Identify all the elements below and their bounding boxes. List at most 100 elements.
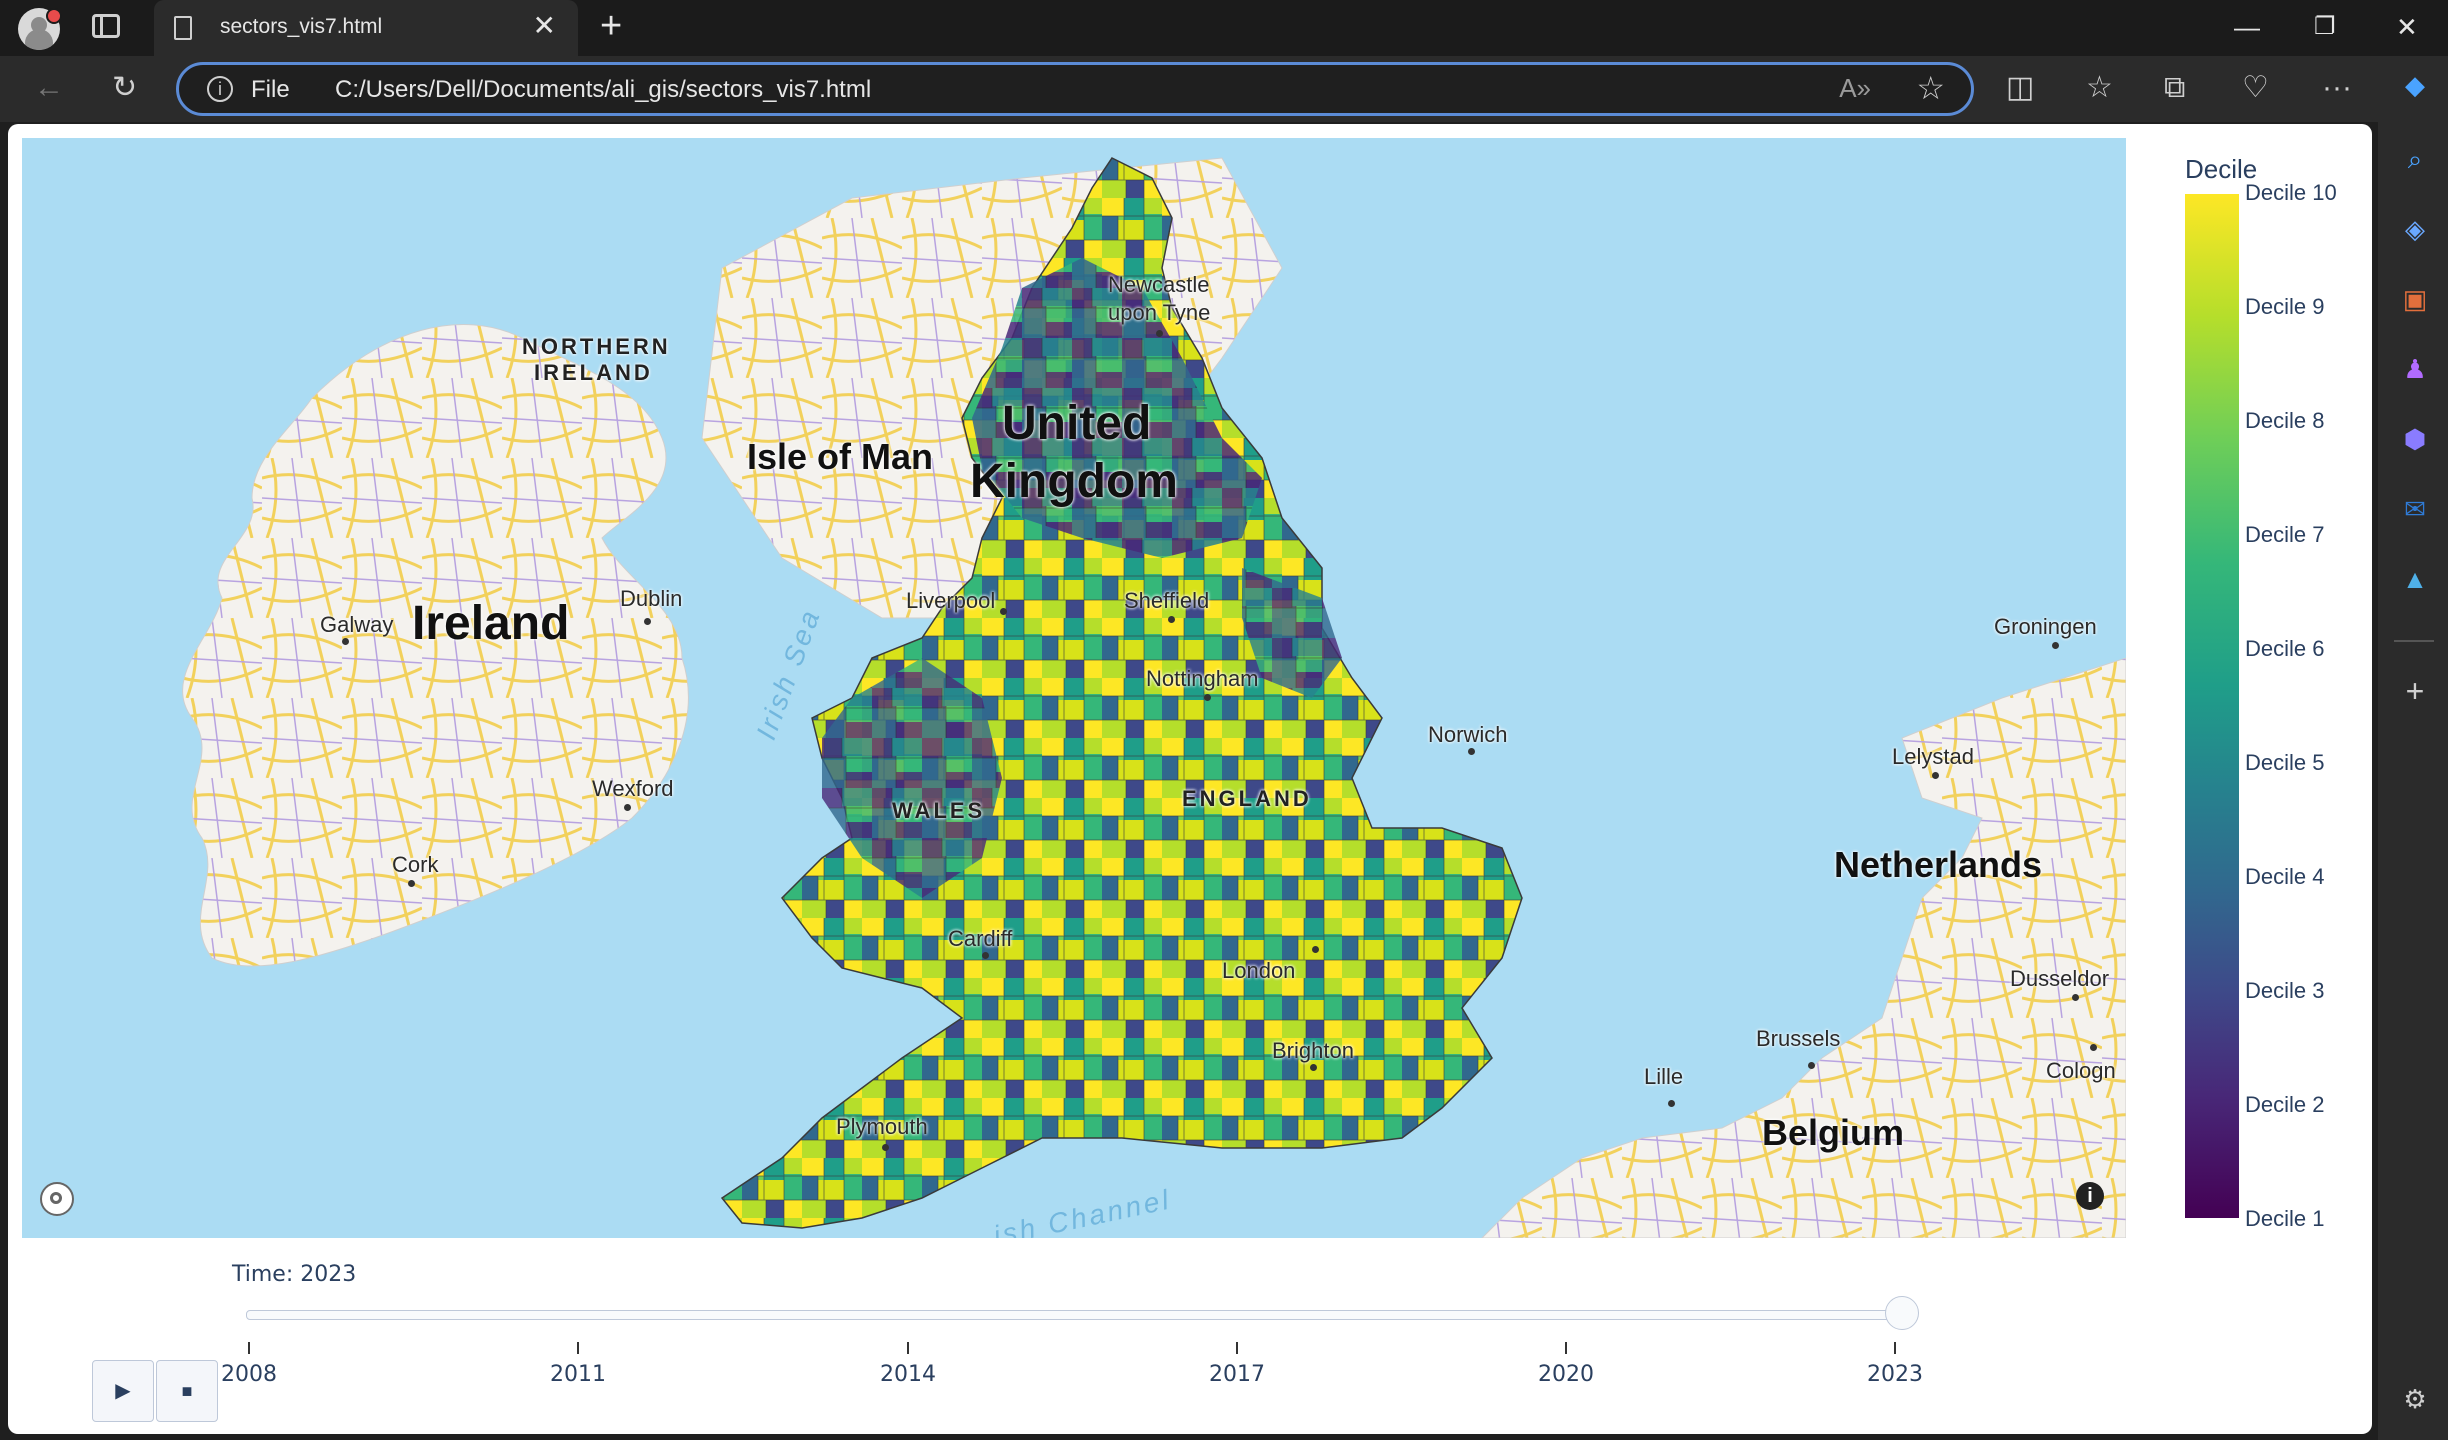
city-marker xyxy=(624,804,631,811)
map-label-united-kingdom-2: Kingdom xyxy=(970,455,1178,508)
city-marker xyxy=(408,880,415,887)
split-screen-icon[interactable]: ◫ xyxy=(2006,70,2034,106)
choropleth-map[interactable]: NORTHERN IRELAND Isle of Man United King… xyxy=(22,138,2126,1238)
browser-sidebar: ◆ ⌕ ◈ ▣ ♟ ⬢ ✉ ▲ + ⚙ xyxy=(2378,56,2448,1440)
map-label-newcastle-2: upon Tyne xyxy=(1108,300,1211,325)
map-label-dublin: Dublin xyxy=(620,586,683,611)
city-marker xyxy=(644,618,651,625)
colorbar-tick: Decile 1 xyxy=(2245,1206,2325,1231)
sidebar-divider xyxy=(2394,640,2434,642)
map-label-newcastle: Newcastle xyxy=(1108,272,1210,297)
city-marker xyxy=(982,952,989,959)
map-label-united-kingdom: United xyxy=(1002,397,1152,450)
browser-essentials-icon[interactable]: ♡ xyxy=(2242,70,2269,106)
colorbar-tick: Decile 3 xyxy=(2245,978,2325,1003)
refresh-icon[interactable]: ↻ xyxy=(112,70,137,106)
profile-notification-dot xyxy=(46,8,62,24)
back-icon[interactable]: ← xyxy=(34,70,64,106)
map-label-cardiff: Cardiff xyxy=(948,926,1013,951)
stop-button[interactable]: ■ xyxy=(156,1360,218,1422)
favorites-icon[interactable]: ☆ xyxy=(2086,70,2113,106)
address-scheme: File xyxy=(251,76,290,103)
address-bar[interactable]: i File C:/Users/Dell/Documents/ali_gis/s… xyxy=(176,62,1974,116)
city-marker xyxy=(1168,616,1175,623)
map-label-ireland: Ireland xyxy=(412,597,570,650)
city-marker xyxy=(1668,1100,1675,1107)
games-icon[interactable]: ♟ xyxy=(2400,354,2430,384)
slider-tick-label[interactable]: 2011 xyxy=(550,1362,606,1387)
collections-icon[interactable]: ⧉ xyxy=(2164,70,2185,106)
colorbar-tick: Decile 7 xyxy=(2245,522,2325,547)
outlook-icon[interactable]: ✉ xyxy=(2400,494,2430,524)
colorbar-tick: Decile 9 xyxy=(2245,294,2325,319)
colorbar-tick: Decile 2 xyxy=(2245,1092,2325,1117)
city-marker xyxy=(1156,330,1163,337)
map-label-plymouth: Plymouth xyxy=(836,1114,928,1139)
drop-icon[interactable]: ▲ xyxy=(2400,564,2430,594)
url-text[interactable]: C:/Users/Dell/Documents/ali_gis/sectors_… xyxy=(335,76,871,104)
map-label-lelystad: Lelystad xyxy=(1892,744,1974,769)
city-marker xyxy=(1000,608,1007,615)
map-label-cologne: Cologn xyxy=(2046,1058,2116,1083)
slider-tick-mark xyxy=(1565,1342,1567,1354)
close-tab-icon[interactable]: ✕ xyxy=(533,12,556,40)
map-label-belgium: Belgium xyxy=(1762,1112,1905,1153)
map-label-london: London xyxy=(1222,958,1296,983)
restore-icon[interactable]: ❐ xyxy=(2314,10,2336,44)
shopping-icon[interactable]: ◈ xyxy=(2400,214,2430,244)
tab-actions-icon[interactable] xyxy=(92,14,120,38)
slider-tick-label[interactable]: 2008 xyxy=(221,1362,277,1387)
slider-tick-mark xyxy=(577,1342,579,1354)
play-button[interactable]: ▶ xyxy=(92,1360,154,1422)
map-label-isle-of-man: Isle of Man xyxy=(747,436,934,477)
slider-tick-mark xyxy=(907,1342,909,1354)
more-options-icon[interactable]: ··· xyxy=(2322,70,2352,106)
city-marker xyxy=(2052,642,2059,649)
copilot-icon[interactable]: ◆ xyxy=(2400,70,2430,100)
minimize-icon[interactable]: — xyxy=(2234,10,2260,44)
browser-tab[interactable]: sectors_vis7.html ✕ xyxy=(154,0,578,56)
site-info-icon[interactable]: i xyxy=(207,76,233,102)
browser-title-bar: sectors_vis7.html ✕ + — ❐ ✕ xyxy=(0,0,2448,56)
map-label-brussels: Brussels xyxy=(1756,1026,1841,1051)
read-aloud-icon[interactable]: A» xyxy=(1839,73,1871,104)
city-marker xyxy=(1204,694,1211,701)
map-label-norwich: Norwich xyxy=(1428,722,1508,747)
time-slider-thumb[interactable] xyxy=(1885,1296,1919,1330)
slider-tick-label[interactable]: 2020 xyxy=(1538,1362,1594,1387)
city-marker xyxy=(342,638,349,645)
slider-tick-label[interactable]: 2023 xyxy=(1867,1362,1923,1387)
map-label-brighton: Brighton xyxy=(1272,1038,1354,1063)
slider-tick-mark xyxy=(248,1342,250,1354)
map-label-groningen: Groningen xyxy=(1994,614,2097,639)
tab-title: sectors_vis7.html xyxy=(220,15,383,38)
city-marker xyxy=(882,1144,889,1151)
map-attribution-logo-icon[interactable] xyxy=(40,1182,74,1216)
city-marker xyxy=(2090,1044,2097,1051)
city-marker xyxy=(1468,748,1475,755)
slider-tick-label[interactable]: 2014 xyxy=(880,1362,936,1387)
sidebar-settings-icon[interactable]: ⚙ xyxy=(2400,1384,2430,1414)
colorbar xyxy=(2185,194,2239,1218)
map-label-lille: Lille xyxy=(1644,1064,1684,1089)
map-basemap xyxy=(182,157,2126,1238)
browser-toolbar: ← ↻ i File C:/Users/Dell/Documents/ali_g… xyxy=(0,56,2448,122)
add-sidebar-icon[interactable]: + xyxy=(2400,675,2430,707)
map-label-england: ENGLAND xyxy=(1182,786,1312,811)
city-marker xyxy=(1808,1062,1815,1069)
map-info-icon[interactable]: i xyxy=(2076,1182,2104,1210)
window-close-icon[interactable]: ✕ xyxy=(2396,10,2418,44)
colorbar-tick: Decile 6 xyxy=(2245,636,2325,661)
new-tab-icon[interactable]: + xyxy=(600,6,622,46)
search-icon[interactable]: ⌕ xyxy=(2400,144,2430,174)
map-label-sheffield: Sheffield xyxy=(1124,588,1210,613)
slider-tick-label[interactable]: 2017 xyxy=(1209,1362,1265,1387)
slider-current-value: Time: 2023 xyxy=(232,1262,357,1287)
favorite-star-icon[interactable]: ☆ xyxy=(1916,69,1945,107)
time-slider-rail[interactable] xyxy=(246,1310,1918,1320)
colorbar-tick: Decile 5 xyxy=(2245,750,2325,775)
tools-icon[interactable]: ▣ xyxy=(2400,284,2430,314)
office-icon[interactable]: ⬢ xyxy=(2400,424,2430,454)
city-marker xyxy=(1310,1064,1317,1071)
city-marker xyxy=(2072,994,2079,1001)
